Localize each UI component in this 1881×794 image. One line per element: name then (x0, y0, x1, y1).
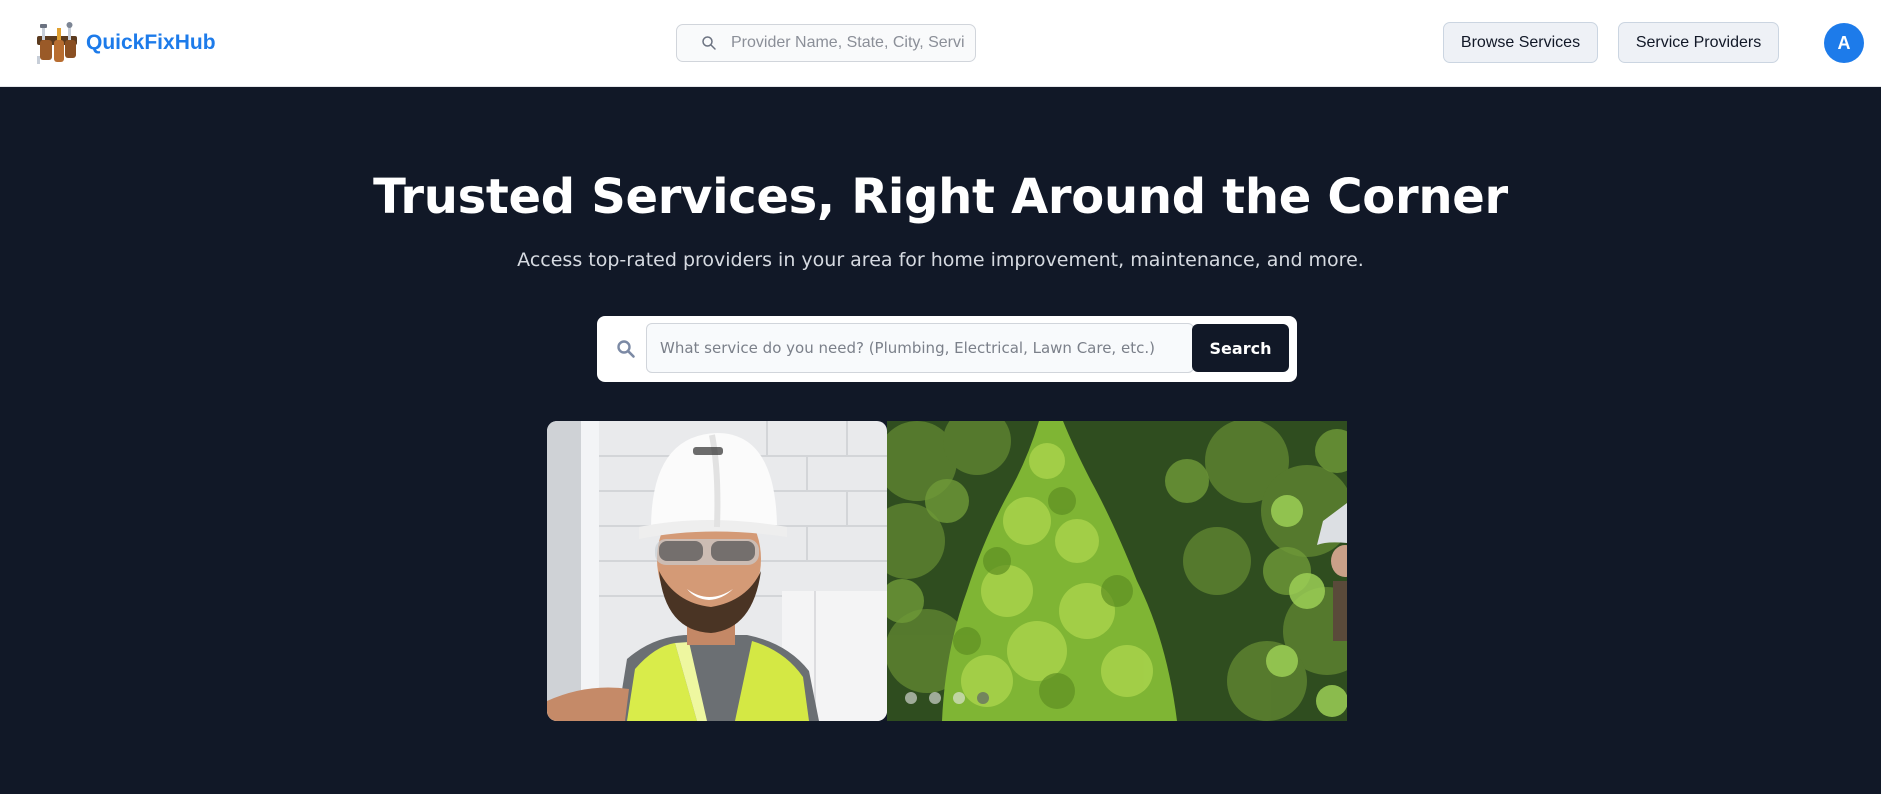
carousel-dot-2[interactable] (929, 692, 941, 704)
search-button[interactable]: Search (1192, 324, 1289, 372)
service-providers-button[interactable]: Service Providers (1618, 22, 1779, 63)
search-icon (702, 36, 716, 50)
hero-section: Trusted Services, Right Around the Corne… (0, 87, 1881, 794)
garden-photo (887, 421, 1347, 721)
header-search-box (676, 24, 976, 62)
service-search-card: Search (597, 316, 1297, 382)
carousel-dot-3[interactable] (953, 692, 965, 704)
carousel-slide-worker (547, 421, 887, 721)
image-carousel[interactable] (547, 421, 1347, 721)
hero-subtitle: Access top-rated providers in your area … (517, 249, 1364, 271)
brand-name: QuickFixHub (86, 31, 216, 54)
header-search-input[interactable] (731, 34, 975, 52)
user-avatar[interactable]: A (1824, 23, 1864, 63)
toolbelt-logo-icon (37, 22, 77, 64)
search-icon (617, 340, 635, 358)
carousel-slide-garden (887, 421, 1347, 721)
worker-photo (547, 421, 887, 721)
brand-home-link[interactable]: QuickFixHub (34, 19, 216, 67)
service-search-input[interactable] (646, 323, 1194, 373)
browse-services-button[interactable]: Browse Services (1443, 22, 1598, 63)
top-navbar: QuickFixHub Browse Services Service Prov… (0, 0, 1881, 87)
carousel-indicators (905, 692, 989, 704)
carousel-dot-1[interactable] (905, 692, 917, 704)
carousel-dot-4[interactable] (977, 692, 989, 704)
hero-title: Trusted Services, Right Around the Corne… (373, 169, 1508, 225)
